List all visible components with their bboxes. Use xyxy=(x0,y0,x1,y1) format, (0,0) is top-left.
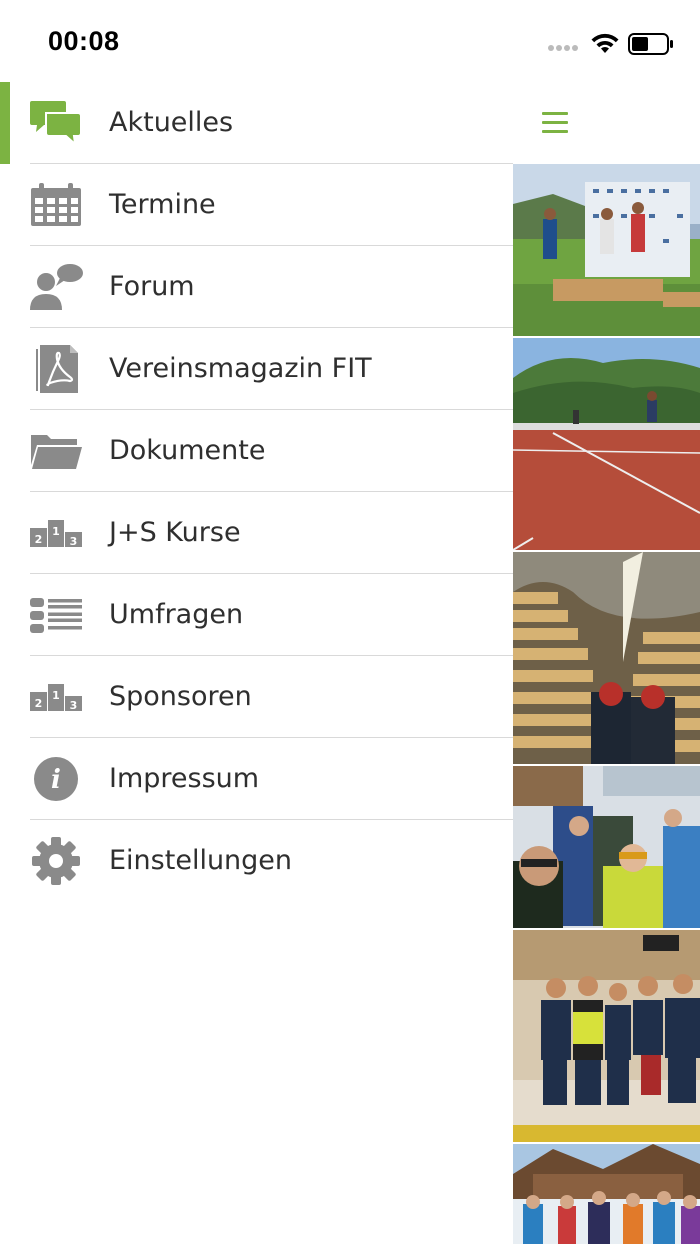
photo-team-medals[interactable] xyxy=(513,930,700,1142)
hamburger-menu-icon[interactable] xyxy=(538,108,572,138)
menu-item-label: Sponsoren xyxy=(109,681,252,712)
menu-item-label: Dokumente xyxy=(109,435,266,466)
podium-icon: 2 1 3 xyxy=(28,672,84,722)
menu-item-label: Umfragen xyxy=(109,599,244,630)
podium-digit: 3 xyxy=(70,699,78,712)
photo-ski-lodge[interactable] xyxy=(513,1144,700,1244)
gear-icon xyxy=(28,836,84,886)
chat-bubbles-icon xyxy=(28,98,84,148)
photo-podium[interactable] xyxy=(513,164,700,336)
menu-item-aktuelles[interactable]: Aktuelles xyxy=(0,82,513,164)
podium-digit: 1 xyxy=(52,689,60,702)
podium-digit: 2 xyxy=(35,533,43,546)
podium-digit: 3 xyxy=(70,535,78,548)
forum-user-icon xyxy=(28,262,84,312)
menu-item-label: Impressum xyxy=(109,763,260,794)
list-icon xyxy=(28,590,84,640)
wifi-icon xyxy=(591,33,619,53)
info-glyph: i xyxy=(51,765,61,795)
status-bar: 00:08 xyxy=(0,0,700,82)
menu-item-label: Vereinsmagazin FIT xyxy=(109,353,372,384)
cellular-signal-icon xyxy=(548,45,582,53)
podium-digit: 1 xyxy=(52,525,60,538)
menu-item-umfragen[interactable]: Umfragen xyxy=(0,574,513,656)
podium-icon: 2 1 3 xyxy=(28,508,84,558)
menu-item-label: J+S Kurse xyxy=(109,517,241,548)
folder-icon xyxy=(28,426,84,476)
menu-item-label: Aktuelles xyxy=(109,107,234,138)
pdf-document-icon xyxy=(28,344,84,394)
menu-item-forum[interactable]: Forum xyxy=(0,246,513,328)
menu-item-vereinsmagazin[interactable]: Vereinsmagazin FIT xyxy=(0,328,513,410)
menu-item-impressum[interactable]: i Impressum xyxy=(0,738,513,820)
menu-item-dokumente[interactable]: Dokumente xyxy=(0,410,513,492)
active-indicator xyxy=(0,82,10,164)
calendar-icon xyxy=(28,180,84,230)
battery-icon xyxy=(628,33,673,55)
menu-item-js-kurse[interactable]: 2 1 3 J+S Kurse xyxy=(0,492,513,574)
photo-track[interactable] xyxy=(513,338,700,550)
photo-ski-group[interactable] xyxy=(513,766,700,928)
status-time: 00:08 xyxy=(48,26,120,56)
photo-cheese-cellar[interactable] xyxy=(513,552,700,764)
info-icon: i xyxy=(28,754,84,804)
menu-item-termine[interactable]: Termine xyxy=(0,164,513,246)
menu-item-sponsoren[interactable]: 2 1 3 Sponsoren xyxy=(0,656,513,738)
menu-item-label: Termine xyxy=(109,189,216,220)
menu-item-einstellungen[interactable]: Einstellungen xyxy=(0,820,513,902)
menu-item-label: Einstellungen xyxy=(109,845,293,876)
news-feed-photos xyxy=(513,164,700,1244)
podium-digit: 2 xyxy=(35,697,43,710)
menu-item-label: Forum xyxy=(109,271,195,302)
navigation-drawer: Aktuelles Termine Forum Vereinsmagazin F… xyxy=(0,82,513,1244)
